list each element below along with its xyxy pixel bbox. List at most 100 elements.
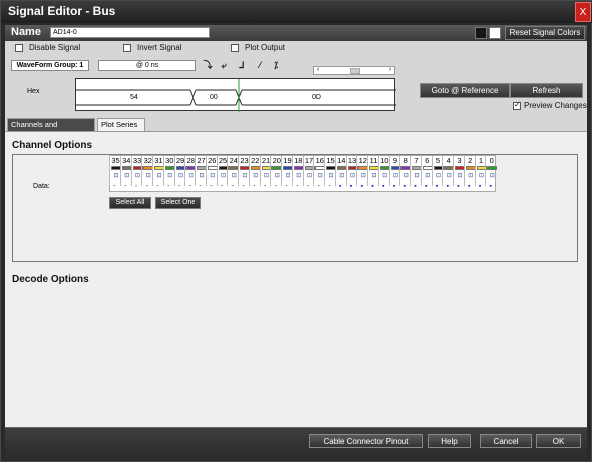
channel-data-selected-icon[interactable]: ▪	[485, 183, 496, 190]
horizontal-scrollbar[interactable]: ‹ ›	[313, 66, 395, 75]
channel-column[interactable]: 18 ⊡	[291, 156, 304, 186]
channel-data-selected-icon[interactable]: ▪	[432, 183, 443, 190]
channel-data-selected-icon[interactable]: ▪	[389, 183, 400, 190]
channel-column[interactable]: 20 ⊡	[270, 156, 283, 186]
channel-column[interactable]: 22 ⊡	[248, 156, 261, 186]
channel-column[interactable]: 0 ⊡	[485, 156, 498, 186]
channel-column[interactable]: 2 ⊡	[463, 156, 476, 186]
channel-column[interactable]: 24 ⊡	[227, 156, 240, 186]
help-button[interactable]: Help	[428, 434, 471, 448]
zoom-edge-left-icon[interactable]: ⤵	[201, 59, 215, 72]
channel-data-unselected-icon[interactable]: -	[303, 183, 314, 190]
channel-column[interactable]: 4 ⊡	[442, 156, 455, 186]
channel-data-unselected-icon[interactable]: -	[324, 183, 335, 190]
channel-data-selected-icon[interactable]: ▪	[356, 183, 367, 190]
channel-data-selected-icon[interactable]: ▪	[410, 183, 421, 190]
channel-column[interactable]: 1 ⊡	[474, 156, 487, 186]
channel-data-selected-icon[interactable]: ▪	[335, 183, 346, 190]
channel-column[interactable]: 30 ⊡	[162, 156, 175, 186]
channel-column[interactable]: 28 ⊡	[184, 156, 197, 186]
channel-data-unselected-icon[interactable]: -	[184, 183, 195, 190]
tab-channels-and-decoding[interactable]: Channels and Decoding	[7, 118, 95, 141]
scroll-left-icon[interactable]: ‹	[314, 66, 322, 73]
channel-data-unselected-icon[interactable]: -	[141, 183, 152, 190]
channel-data-unselected-icon[interactable]: -	[195, 183, 206, 190]
channel-data-selected-icon[interactable]: ▪	[421, 183, 432, 190]
channel-data-unselected-icon[interactable]: -	[238, 183, 249, 190]
select-all-button[interactable]: Select All	[109, 197, 151, 209]
channel-column[interactable]: 12 ⊡	[356, 156, 369, 186]
channel-column[interactable]: 13 ⊡	[345, 156, 358, 186]
channel-data-selected-icon[interactable]: ▪	[442, 183, 453, 190]
channel-column[interactable]: 10 ⊡	[377, 156, 390, 186]
channel-data-unselected-icon[interactable]: -	[260, 183, 271, 190]
channel-column[interactable]: 21 ⊡	[259, 156, 272, 186]
channel-column[interactable]: 19 ⊡	[281, 156, 293, 186]
channel-data-selected-icon[interactable]: ▪	[475, 183, 486, 190]
ok-button[interactable]: OK	[536, 434, 581, 448]
refresh-button[interactable]: Refresh	[510, 83, 583, 98]
channel-data-unselected-icon[interactable]: -	[120, 183, 131, 190]
channel-color-swatch[interactable]	[487, 166, 498, 170]
cancel-button[interactable]: Cancel	[480, 434, 532, 448]
channel-column[interactable]: 16 ⊡	[313, 156, 326, 186]
channel-column[interactable]: 6 ⊡	[420, 156, 433, 186]
channel-data-unselected-icon[interactable]: -	[217, 183, 228, 190]
time-field[interactable]: @ 0 ns	[98, 60, 196, 71]
channel-column[interactable]: 27 ⊡	[195, 156, 207, 186]
preview-changes-checkbox[interactable]	[513, 100, 521, 110]
scroll-thumb[interactable]	[350, 68, 360, 74]
channel-column[interactable]: 15 ⊡	[324, 156, 336, 186]
signal-color-swatch-light[interactable]	[489, 27, 501, 39]
channel-column[interactable]: 34 ⊡	[119, 156, 132, 186]
waveform-group-field[interactable]: WaveForm Group: 1	[11, 60, 89, 71]
channel-column[interactable]: 23 ⊡	[238, 156, 250, 186]
channel-data-unselected-icon[interactable]: -	[292, 183, 303, 190]
channel-data-unselected-icon[interactable]: -	[270, 183, 281, 190]
scroll-right-icon[interactable]: ›	[386, 66, 394, 73]
invert-signal-checkbox[interactable]	[123, 44, 131, 52]
disable-signal-checkbox[interactable]	[15, 44, 23, 52]
channel-data-unselected-icon[interactable]: -	[152, 183, 163, 190]
marker-prev-icon[interactable]: ⁄	[253, 59, 267, 72]
channel-column[interactable]: 14 ⊡	[334, 156, 347, 186]
goto-reference-button[interactable]: Goto @ Reference	[420, 83, 510, 98]
channel-column[interactable]: 33 ⊡	[130, 156, 143, 186]
channel-data-unselected-icon[interactable]: -	[131, 183, 142, 190]
channel-data-unselected-icon[interactable]: -	[109, 183, 120, 190]
channel-column[interactable]: 25 ⊡	[216, 156, 229, 186]
tab-plot-series-1[interactable]: Plot Series 1	[97, 118, 145, 141]
channel-column[interactable]: 7 ⊡	[410, 156, 422, 186]
channel-data-selected-icon[interactable]: ▪	[399, 183, 410, 190]
close-button[interactable]: X	[575, 2, 591, 22]
channel-data-unselected-icon[interactable]: -	[227, 183, 238, 190]
channel-column[interactable]: 5 ⊡	[431, 156, 444, 186]
channel-column[interactable]: 11 ⊡	[367, 156, 379, 186]
channel-data-selected-icon[interactable]: ▪	[378, 183, 389, 190]
channel-column[interactable]: 32 ⊡	[141, 156, 154, 186]
channel-column[interactable]: 8 ⊡	[399, 156, 412, 186]
marker-jump-icon[interactable]: ⅃	[235, 59, 249, 72]
reset-signal-colors-button[interactable]: Reset Signal Colors	[505, 26, 585, 40]
channel-data-unselected-icon[interactable]: -	[206, 183, 217, 190]
channel-data-unselected-icon[interactable]: -	[174, 183, 185, 190]
channel-data-selected-icon[interactable]: ▪	[464, 183, 475, 190]
channel-data-unselected-icon[interactable]: -	[249, 183, 260, 190]
channel-data-unselected-icon[interactable]: -	[313, 183, 324, 190]
select-one-button[interactable]: Select One	[155, 197, 201, 209]
zoom-edge-right-icon[interactable]: ⤶	[217, 59, 231, 72]
channel-data-selected-icon[interactable]: ▪	[346, 183, 357, 190]
channel-data-selected-icon[interactable]: ▪	[367, 183, 378, 190]
channel-data-unselected-icon[interactable]: -	[163, 183, 174, 190]
plot-output-checkbox[interactable]	[231, 44, 239, 52]
channel-column[interactable]: 29 ⊡	[173, 156, 186, 186]
channel-column[interactable]: 9 ⊡	[388, 156, 401, 186]
channel-column[interactable]: 17 ⊡	[302, 156, 315, 186]
channel-column[interactable]: 35 ⊡	[109, 156, 121, 186]
cable-connector-pinout-button[interactable]: Cable Connector Pinout	[309, 434, 423, 448]
channel-connector-icon[interactable]: ⊡	[487, 173, 497, 179]
signal-color-swatch-dark[interactable]	[475, 27, 487, 39]
channel-column[interactable]: 31 ⊡	[152, 156, 164, 186]
channel-column[interactable]: 3 ⊡	[453, 156, 465, 186]
marker-next-icon[interactable]: ⁒	[269, 59, 283, 72]
